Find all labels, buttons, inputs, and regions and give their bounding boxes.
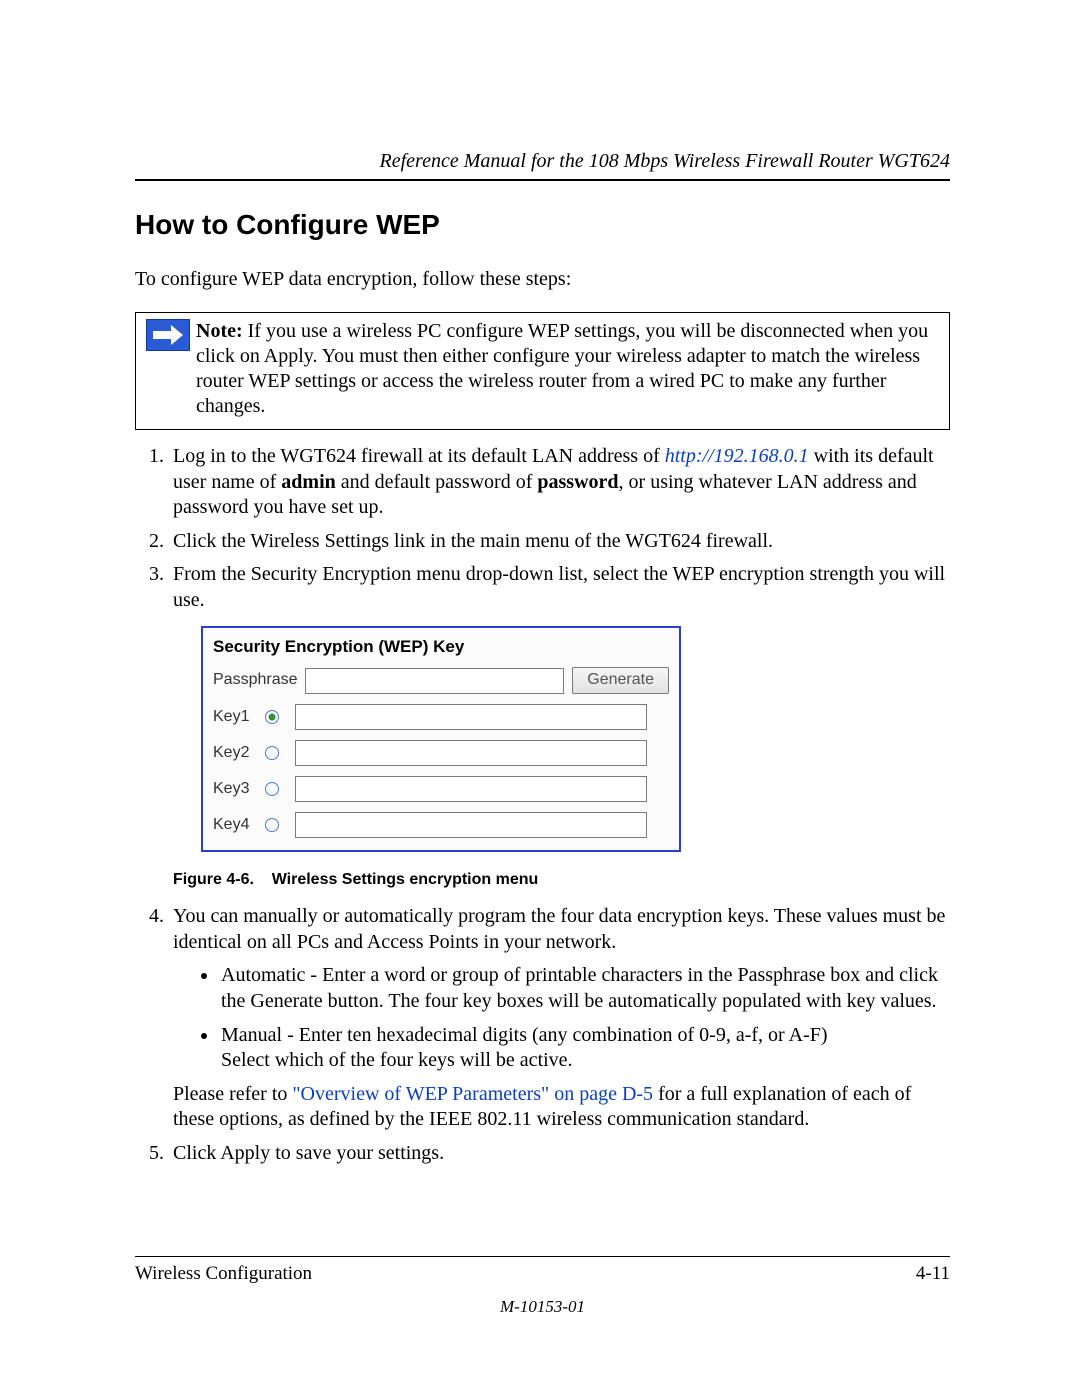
bullet-automatic: Automatic - Enter a word or group of pri… <box>219 963 950 1014</box>
password-bold: password <box>537 471 618 493</box>
step-5: Click Apply to save your settings. <box>169 1141 950 1167</box>
steps-list: Log in to the WGT624 firewall at its def… <box>135 444 950 1167</box>
step-4-refer-a: Please refer to <box>173 1083 292 1105</box>
key-label: Key4 <box>213 815 263 835</box>
figure-caption: Figure 4-6. Wireless Settings encryption… <box>173 870 950 890</box>
step-1-text-c: and default password of <box>336 471 538 493</box>
key-radio[interactable] <box>265 818 279 832</box>
lan-address-link[interactable]: http://192.168.0.1 <box>665 445 809 467</box>
key-input[interactable] <box>295 704 647 730</box>
key-label: Key2 <box>213 743 263 763</box>
key-label: Key1 <box>213 707 263 727</box>
generate-button[interactable]: Generate <box>572 667 669 693</box>
step-1-text-a: Log in to the WGT624 firewall at its def… <box>173 445 665 467</box>
note-label: Note: <box>196 320 243 342</box>
figure-caption-label: Figure 4-6. <box>173 871 254 888</box>
key-label: Key3 <box>213 779 263 799</box>
passphrase-input[interactable] <box>305 668 564 694</box>
key-input[interactable] <box>295 776 647 802</box>
footer-rule <box>135 1256 950 1257</box>
running-header: Reference Manual for the 108 Mbps Wirele… <box>135 150 950 173</box>
wep-panel-title: Security Encryption (WEP) Key <box>213 636 669 658</box>
section-title: How to Configure WEP <box>135 209 950 241</box>
admin-bold: admin <box>281 471 335 493</box>
key-input[interactable] <box>295 812 647 838</box>
step-2: Click the Wireless Settings link in the … <box>169 529 950 555</box>
key-input[interactable] <box>295 740 647 766</box>
key-row: Key3 <box>213 776 669 802</box>
bullet-manual: Manual - Enter ten hexadecimal digits (a… <box>219 1023 950 1074</box>
figure-caption-text: Wireless Settings encryption menu <box>272 871 539 888</box>
figure-container: Security Encryption (WEP) Key Passphrase… <box>201 626 950 852</box>
step-4-text-a: You can manually or automatically progra… <box>173 905 945 953</box>
keys-container: Key1 Key2 Key3 Key4 <box>213 704 669 838</box>
note-text: Note: If you use a wireless PC configure… <box>196 313 949 429</box>
footer-page-number: 4-11 <box>916 1263 950 1285</box>
passphrase-row: Passphrase Generate <box>213 667 669 693</box>
key-row: Key1 <box>213 704 669 730</box>
wep-overview-link[interactable]: "Overview of WEP Parameters" on page D-5 <box>292 1083 653 1105</box>
key-row: Key4 <box>213 812 669 838</box>
document-id: M-10153-01 <box>135 1297 950 1317</box>
bullet-manual-line1: Manual - Enter ten hexadecimal digits (a… <box>221 1024 827 1046</box>
document-page: Reference Manual for the 108 Mbps Wirele… <box>0 0 1080 1397</box>
key-radio[interactable] <box>265 710 279 724</box>
note-body: If you use a wireless PC configure WEP s… <box>196 320 928 417</box>
key-row: Key2 <box>213 740 669 766</box>
footer-row: Wireless Configuration 4-11 <box>135 1263 950 1285</box>
step-3-text: From the Security Encryption menu drop-d… <box>173 563 945 611</box>
note-box: Note: If you use a wireless PC configure… <box>135 312 950 430</box>
arrow-right-icon <box>146 319 190 351</box>
intro-paragraph: To configure WEP data encryption, follow… <box>135 267 950 292</box>
step-3: From the Security Encryption menu drop-d… <box>169 562 950 890</box>
header-rule <box>135 179 950 181</box>
note-icon-cell <box>136 313 196 357</box>
step-1: Log in to the WGT624 firewall at its def… <box>169 444 950 521</box>
page-footer: Wireless Configuration 4-11 M-10153-01 <box>135 1256 950 1317</box>
key-radio[interactable] <box>265 782 279 796</box>
wep-panel: Security Encryption (WEP) Key Passphrase… <box>201 626 681 852</box>
bullet-manual-line2: Select which of the four keys will be ac… <box>221 1049 573 1071</box>
step-4: You can manually or automatically progra… <box>169 904 950 1133</box>
key-radio[interactable] <box>265 746 279 760</box>
step-4-bullets: Automatic - Enter a word or group of pri… <box>173 963 950 1073</box>
passphrase-label: Passphrase <box>213 670 305 690</box>
footer-left: Wireless Configuration <box>135 1263 312 1285</box>
